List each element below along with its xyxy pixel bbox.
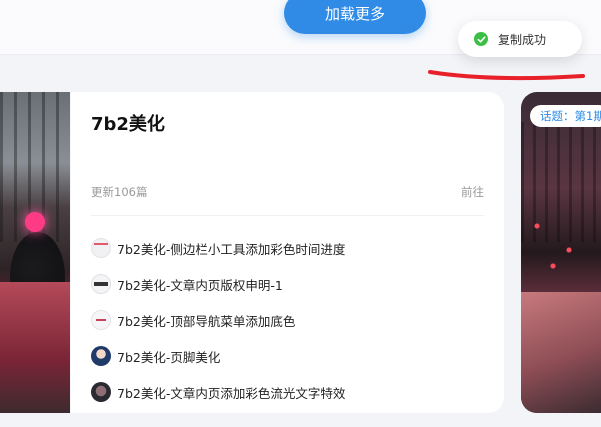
topic-card: 7b2美化 更新106篇 前往 7b2美化-侧边栏小工具添加彩色时间进度 7b2… [71,92,504,413]
copy-success-toast: 复制成功 [458,21,582,57]
next-card-image[interactable] [521,92,601,413]
card-title[interactable]: 7b2美化 [91,110,165,136]
list-item[interactable]: 7b2美化-顶部导航菜单添加底色 [91,302,491,338]
load-more-button[interactable]: 加载更多 [284,0,426,34]
list-item[interactable]: 7b2美化-文章内页版权申明-1 [91,266,491,302]
post-count: 更新106篇 [91,185,148,199]
post-title[interactable]: 7b2美化-顶部导航菜单添加底色 [117,311,295,330]
post-thumbnail [91,310,111,330]
topic-tag[interactable]: 话题：第1期 [530,105,601,127]
list-item[interactable]: 7b2美化-侧边栏小工具添加彩色时间进度 [91,230,491,266]
post-thumbnail [91,382,111,402]
post-title[interactable]: 7b2美化-文章内页添加彩色流光文字特效 [117,383,345,402]
toast-text: 复制成功 [498,32,547,47]
post-title[interactable]: 7b2美化-页脚美化 [117,347,220,366]
divider [91,215,484,216]
post-thumbnail [91,274,111,294]
left-card-image[interactable] [0,92,70,413]
list-item[interactable]: 7b2美化-文章内页添加彩色流光文字特效 [91,374,491,410]
goto-link[interactable]: 前往 [461,184,484,200]
post-title[interactable]: 7b2美化-侧边栏小工具添加彩色时间进度 [117,239,345,258]
post-title[interactable]: 7b2美化-文章内页版权申明-1 [117,275,283,294]
annotation-underline [428,70,585,81]
list-item[interactable]: 7b2美化-页脚美化 [91,338,491,374]
check-circle-icon [474,32,488,46]
post-list: 7b2美化-侧边栏小工具添加彩色时间进度 7b2美化-文章内页版权申明-1 7b… [91,230,491,410]
post-thumbnail [91,238,111,258]
post-thumbnail [91,346,111,366]
